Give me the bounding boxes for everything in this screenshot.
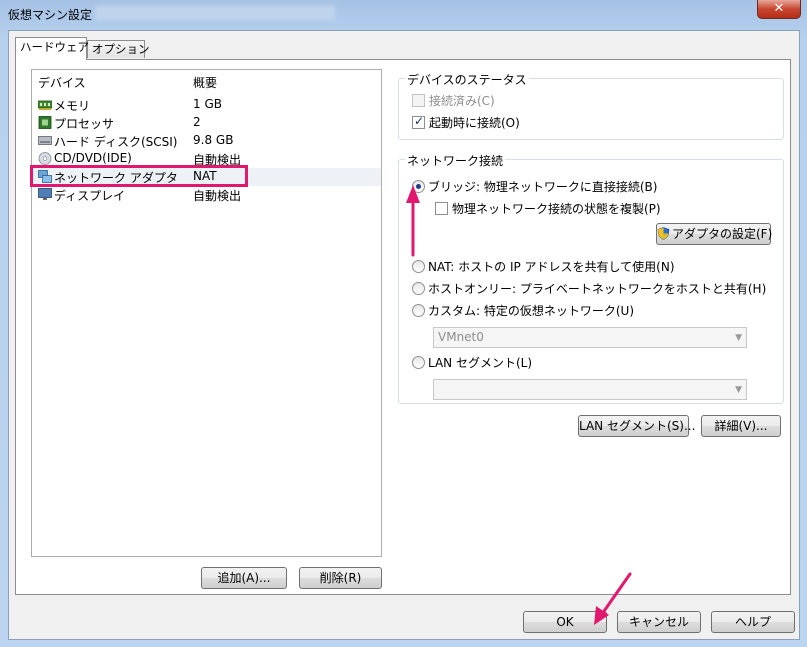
column-summary: 概要: [193, 76, 218, 90]
processor-icon: [38, 116, 52, 129]
device-name: ハード ディスク(SCSI): [54, 135, 178, 149]
replicate-state-label: 物理ネットワーク接続の状態を複製(P): [452, 202, 661, 216]
host-only-label: ホストオンリー: プライベートネットワークをホストと共有(H): [428, 282, 767, 296]
lan-segment-label: LAN セグメント(L): [428, 356, 533, 370]
host-only-radio[interactable]: [412, 282, 425, 295]
ok-button[interactable]: OK: [523, 611, 607, 633]
lan-segment-radio[interactable]: [412, 356, 425, 369]
bridged-label: ブリッジ: 物理ネットワークに直接接続(B): [428, 180, 658, 194]
bridged-radio[interactable]: [412, 180, 425, 193]
list-header: デバイス 概要: [32, 70, 381, 92]
advanced-button[interactable]: 詳細(V)...: [701, 415, 781, 437]
custom-label: カスタム: 特定の仮想ネットワーク(U): [428, 304, 635, 318]
connected-checkbox[interactable]: [412, 94, 425, 107]
nat-radio[interactable]: [412, 260, 425, 273]
device-name: CD/DVD(IDE): [54, 151, 132, 165]
display-icon: [38, 188, 52, 200]
add-button[interactable]: 追加(A)...: [201, 567, 287, 589]
lan-segments-button[interactable]: LAN セグメント(S)...: [578, 415, 695, 437]
device-name: ディスプレイ: [54, 189, 126, 203]
adapter-settings-button[interactable]: アダプタの設定(F): [656, 223, 773, 245]
radio-selected-dot: [416, 184, 421, 189]
device-row-hard-disk[interactable]: ハード ディスク(SCSI) 9.8 GB: [32, 132, 381, 150]
network-connection-label: ネットワーク接続: [405, 152, 506, 169]
device-list[interactable]: デバイス 概要 メモリ 1 GB プロセッサ 2 ハード ディスク(SCSI) …: [30, 69, 382, 557]
close-button[interactable]: ✕: [757, 0, 801, 19]
window-title: 仮想マシン設定: [8, 8, 93, 22]
connect-at-power-on-checkbox[interactable]: ✓: [412, 114, 425, 129]
title-bar[interactable]: 仮想マシン設定 ✕: [0, 0, 807, 28]
tab-hardware[interactable]: ハードウェア: [15, 37, 89, 60]
device-summary: 自動検出: [193, 189, 242, 203]
device-name: プロセッサ: [54, 117, 115, 131]
device-row-memory[interactable]: メモリ 1 GB: [32, 96, 381, 114]
cancel-button[interactable]: キャンセル: [617, 611, 701, 633]
cd-dvd-icon: [38, 152, 52, 165]
connect-at-power-on-label: 起動時に接続(O): [429, 116, 520, 130]
device-row-processor[interactable]: プロセッサ 2: [32, 114, 381, 132]
device-summary: NAT: [193, 169, 217, 183]
custom-network-select[interactable]: VMnet0 ▼: [433, 327, 747, 348]
remove-button[interactable]: 削除(R): [299, 567, 382, 589]
memory-icon: [38, 100, 52, 110]
device-status-group: デバイスのステータス 接続済み(C) ✓ 起動時に接続(O): [398, 71, 784, 140]
device-status-label: デバイスのステータス: [405, 71, 529, 88]
adapter-settings-label: アダプタの設定(F): [672, 227, 773, 241]
device-summary: 9.8 GB: [193, 133, 234, 147]
custom-network-value: VMnet0: [438, 330, 484, 344]
checkmark-icon: ✓: [414, 114, 425, 128]
device-name: ネットワーク アダプタ: [54, 171, 178, 185]
network-connection-group: ネットワーク接続 ブリッジ: 物理ネットワークに直接接続(B) 物理ネットワーク…: [398, 152, 784, 404]
nat-label: NAT: ホストの IP アドレスを共有して使用(N): [428, 260, 675, 274]
tab-options[interactable]: オプション: [87, 40, 150, 58]
hard-disk-icon: [38, 136, 52, 145]
device-summary: 2: [193, 115, 201, 129]
help-button[interactable]: ヘルプ: [711, 611, 795, 633]
lan-segment-select[interactable]: ▼: [433, 379, 747, 400]
network-adapter-icon: [38, 170, 52, 183]
hardware-panel: デバイス 概要 メモリ 1 GB プロセッサ 2 ハード ディスク(SCSI) …: [15, 59, 791, 595]
custom-radio[interactable]: [412, 304, 425, 317]
chevron-down-icon: ▼: [735, 385, 742, 395]
device-row-display[interactable]: ディスプレイ 自動検出: [32, 186, 381, 204]
device-row-network-adapter[interactable]: ネットワーク アダプタ NAT: [30, 165, 381, 187]
connected-label: 接続済み(C): [429, 94, 495, 108]
chevron-down-icon: ▼: [735, 333, 742, 343]
device-name: メモリ: [54, 99, 91, 113]
uac-shield-icon: [657, 227, 670, 240]
device-summary: 1 GB: [193, 97, 222, 111]
title-blurred-region: [95, 6, 335, 20]
replicate-state-checkbox[interactable]: [435, 202, 448, 215]
dialog-client: ハードウェア オプション デバイス 概要 メモリ 1 GB プロセッサ 2 ハー…: [8, 30, 800, 640]
column-device: デバイス: [38, 76, 86, 90]
